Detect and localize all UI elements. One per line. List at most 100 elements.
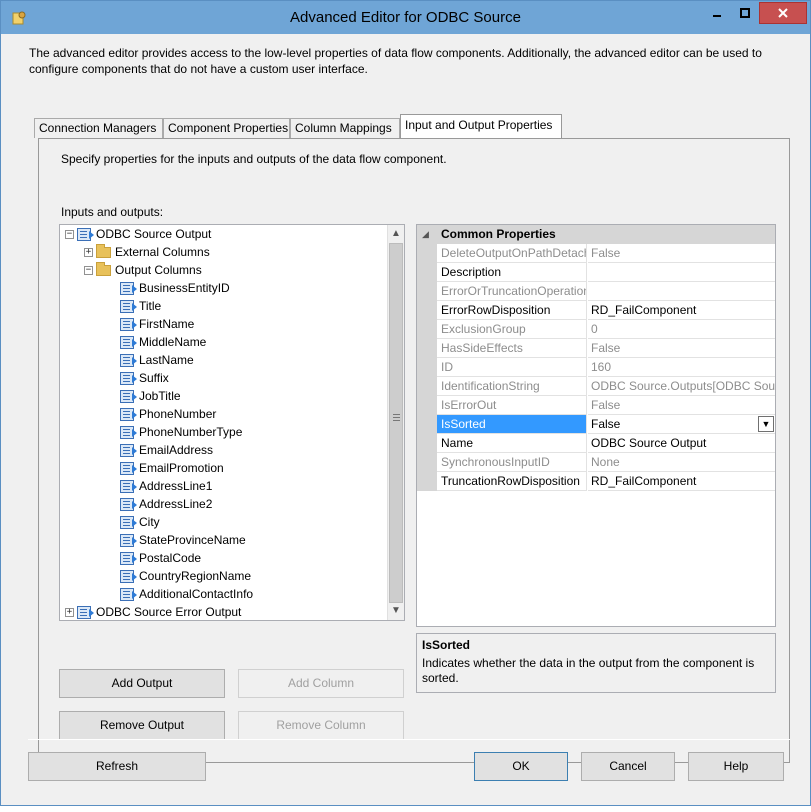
tree-node-column[interactable]: PostalCode <box>120 549 201 567</box>
property-name[interactable]: HasSideEffects <box>437 339 587 358</box>
tree-node-column[interactable]: JobTitle <box>120 387 181 405</box>
property-name[interactable]: Name <box>437 434 587 453</box>
column-icon <box>120 371 137 385</box>
cancel-button[interactable]: Cancel <box>581 752 675 781</box>
property-value[interactable]: RD_FailComponent <box>588 472 775 491</box>
scroll-down-icon[interactable]: ▼ <box>388 602 404 619</box>
tree-node-column[interactable]: AdditionalContactInfo <box>120 585 253 603</box>
maximize-icon <box>740 8 750 18</box>
expand-icon[interactable]: + <box>84 247 93 257</box>
tab-column-mappings[interactable]: Column Mappings <box>290 118 400 138</box>
property-name[interactable]: IdentificationString <box>437 377 587 396</box>
maximize-button[interactable] <box>731 2 759 24</box>
minimize-button[interactable] <box>703 2 731 24</box>
property-row[interactable]: ExclusionGroup 0 <box>417 320 775 339</box>
tab-component-properties[interactable]: Component Properties <box>163 118 290 138</box>
property-value[interactable] <box>588 263 775 282</box>
tree-node-column[interactable]: Suffix <box>120 369 169 387</box>
property-row[interactable]: IsErrorOut False <box>417 396 775 415</box>
tree-node-column[interactable]: LastName <box>120 351 194 369</box>
property-row[interactable]: ErrorOrTruncationOperation <box>417 282 775 301</box>
tree-node-column[interactable]: MiddleName <box>120 333 206 351</box>
property-value[interactable]: False <box>588 244 775 263</box>
column-icon <box>120 587 137 601</box>
tree-node-column[interactable]: AddressLine1 <box>120 477 212 495</box>
tree-node-column[interactable]: PhoneNumber <box>120 405 216 423</box>
refresh-button[interactable]: Refresh <box>28 752 206 781</box>
property-name[interactable]: DeleteOutputOnPathDetach <box>437 244 587 263</box>
tree-scrollbar[interactable]: ▲ ▼ <box>387 225 404 620</box>
column-icon <box>120 515 137 529</box>
remove-column-button[interactable]: Remove Column <box>238 711 404 740</box>
tree-node-output[interactable]: − ODBC Source Output <box>65 225 211 243</box>
tree-node-column[interactable]: StateProvinceName <box>120 531 246 549</box>
tree-node-column[interactable]: EmailAddress <box>120 441 213 459</box>
tree-node-output-columns[interactable]: − Output Columns <box>84 261 202 279</box>
property-value[interactable]: ODBC Source Output <box>588 434 775 453</box>
property-row[interactable]: Description <box>417 263 775 282</box>
property-gutter <box>417 263 437 282</box>
property-row[interactable]: ErrorRowDisposition RD_FailComponent <box>417 301 775 320</box>
column-icon <box>120 281 137 295</box>
property-row[interactable]: Name ODBC Source Output <box>417 434 775 453</box>
add-output-button[interactable]: Add Output <box>59 669 225 698</box>
collapse-icon[interactable]: ◢ <box>422 225 429 244</box>
property-value[interactable]: False <box>588 339 775 358</box>
expand-icon[interactable]: + <box>65 607 74 617</box>
property-row[interactable]: ID 160 <box>417 358 775 377</box>
property-grid[interactable]: ◢ Common Properties DeleteOutputOnPathDe… <box>416 224 776 627</box>
close-button[interactable] <box>759 2 807 24</box>
property-value[interactable]: 0 <box>588 320 775 339</box>
tree-label: ODBC Source Output <box>96 227 212 241</box>
inputs-outputs-tree[interactable]: − ODBC Source Output + External Columns … <box>59 224 405 621</box>
dropdown-arrow-icon[interactable]: ▼ <box>758 416 774 432</box>
property-name[interactable]: ErrorOrTruncationOperation <box>437 282 587 301</box>
ok-button[interactable]: OK <box>474 752 568 781</box>
property-row[interactable]: SynchronousInputID None <box>417 453 775 472</box>
tab-input-output-properties[interactable]: Input and Output Properties <box>400 114 562 139</box>
help-button[interactable]: Help <box>688 752 784 781</box>
property-name[interactable]: SynchronousInputID <box>437 453 587 472</box>
scroll-thumb[interactable] <box>389 243 403 603</box>
add-column-button[interactable]: Add Column <box>238 669 404 698</box>
property-value[interactable]: False <box>588 396 775 415</box>
property-name[interactable]: IsErrorOut <box>437 396 587 415</box>
collapse-icon[interactable]: − <box>65 229 74 239</box>
property-name[interactable]: ErrorRowDisposition <box>437 301 587 320</box>
tree-node-error-output[interactable]: + ODBC Source Error Output <box>65 603 241 620</box>
property-row[interactable]: TruncationRowDisposition RD_FailComponent <box>417 472 775 491</box>
property-value[interactable]: 160 <box>588 358 775 377</box>
property-name[interactable]: ExclusionGroup <box>437 320 587 339</box>
tree-node-column[interactable]: EmailPromotion <box>120 459 224 477</box>
column-icon <box>120 407 137 421</box>
tree-node-column[interactable]: PhoneNumberType <box>120 423 242 441</box>
help-text: Indicates whether the data in the output… <box>422 656 755 685</box>
property-name[interactable]: IsSorted <box>437 415 587 434</box>
property-name[interactable]: TruncationRowDisposition <box>437 472 587 491</box>
property-name[interactable]: ID <box>437 358 587 377</box>
property-row[interactable]: IsSorted False ▼ <box>417 415 775 434</box>
tree-label: FirstName <box>139 317 195 331</box>
property-value[interactable]: None <box>588 453 775 472</box>
property-category[interactable]: ◢ Common Properties <box>417 225 775 244</box>
tree-node-column[interactable]: Title <box>120 297 161 315</box>
property-value[interactable]: ODBC Source.Outputs[ODBC Source Output] <box>588 377 775 396</box>
property-value[interactable] <box>588 282 775 301</box>
property-row[interactable]: DeleteOutputOnPathDetach False <box>417 244 775 263</box>
tree-node-column[interactable]: AddressLine2 <box>120 495 212 513</box>
property-name[interactable]: Description <box>437 263 587 282</box>
remove-output-button[interactable]: Remove Output <box>59 711 225 740</box>
tree-node-column[interactable]: FirstName <box>120 315 194 333</box>
collapse-icon[interactable]: − <box>84 265 93 275</box>
tree-node-column[interactable]: BusinessEntityID <box>120 279 230 297</box>
scroll-up-icon[interactable]: ▲ <box>388 225 404 242</box>
property-value[interactable]: RD_FailComponent <box>588 301 775 320</box>
tab-connection-managers[interactable]: Connection Managers <box>34 118 163 138</box>
tree-node-external-columns[interactable]: + External Columns <box>84 243 210 261</box>
tree-node-column[interactable]: City <box>120 513 160 531</box>
property-row[interactable]: HasSideEffects False <box>417 339 775 358</box>
column-icon <box>120 569 137 583</box>
tree-node-column[interactable]: CountryRegionName <box>120 567 251 585</box>
property-value[interactable]: False <box>588 415 775 434</box>
property-row[interactable]: IdentificationString ODBC Source.Outputs[… <box>417 377 775 396</box>
